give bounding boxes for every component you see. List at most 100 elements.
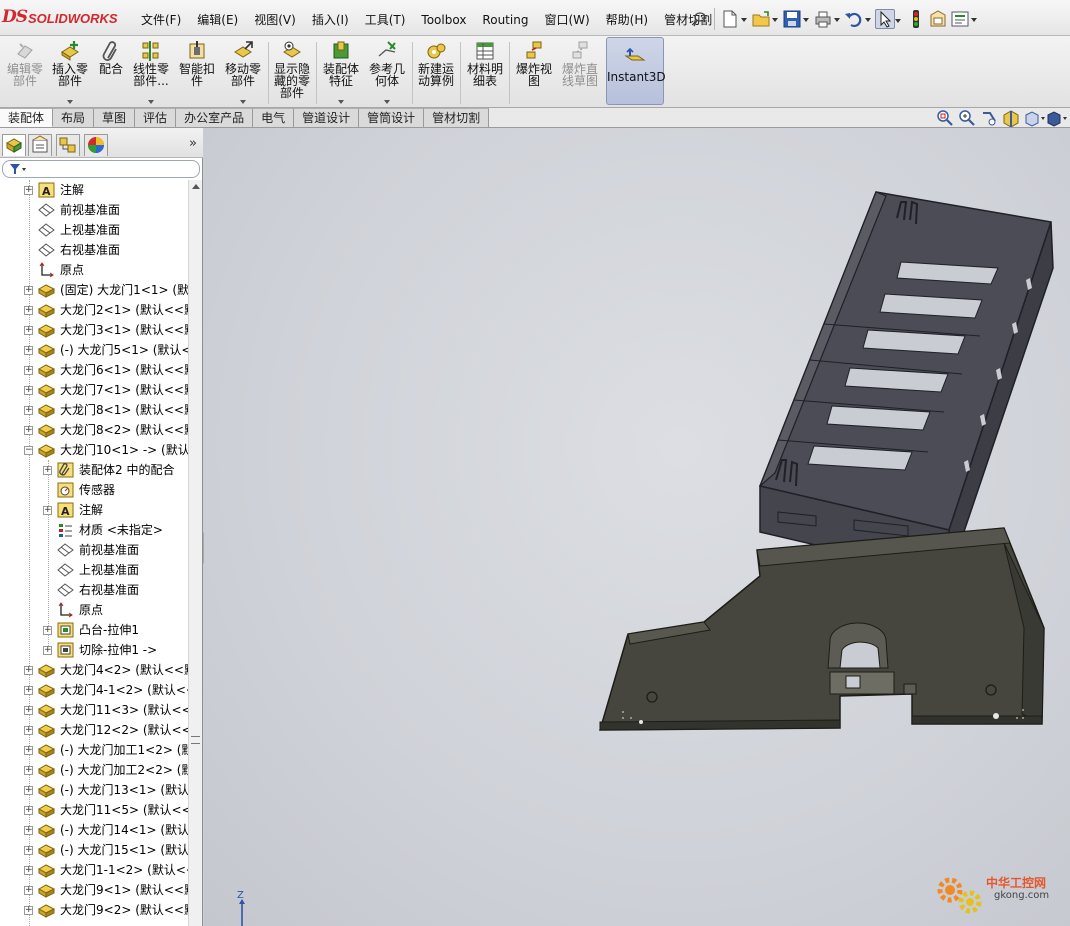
base-frame-part[interactable] (598, 527, 1045, 731)
configuration-manager-icon[interactable] (56, 134, 80, 156)
expand-toggle-icon[interactable]: + (43, 466, 52, 475)
previous-view-icon[interactable] (980, 109, 998, 127)
scroll-grip[interactable] (191, 736, 200, 744)
save-icon[interactable] (782, 9, 809, 29)
expand-toggle-icon[interactable]: + (24, 786, 33, 795)
reference-geometry-button[interactable]: 参考几 何体 (365, 40, 409, 106)
menu-tools[interactable]: 工具(T) (357, 11, 414, 29)
menu-insert[interactable]: 插入(I) (304, 11, 357, 29)
tree-node-label: 大龙门1-1<2> (默认<< (60, 863, 188, 877)
explode-line-sketch-button[interactable]: 爆炸直 线草图 (558, 40, 602, 106)
chevron-down-icon[interactable] (338, 100, 344, 104)
expand-toggle-icon[interactable]: + (24, 306, 33, 315)
collapse-panel-button[interactable]: » (189, 136, 197, 151)
edit-component-button[interactable]: 编辑零 部件 (4, 40, 46, 106)
open-folder-icon[interactable] (751, 9, 778, 29)
toolbar-separator (460, 42, 461, 104)
tab-tubing[interactable]: 管筒设计 (359, 108, 425, 127)
filter-icon[interactable] (9, 163, 27, 178)
display-style-icon[interactable] (1046, 109, 1067, 127)
new-motion-study-button[interactable]: 新建运 动算例 (415, 40, 457, 106)
instant3d-toggle-button[interactable]: Instant3D (606, 37, 666, 105)
menu-file[interactable]: 文件(F) (133, 11, 189, 29)
expand-toggle-icon[interactable]: + (24, 826, 33, 835)
insert-component-button[interactable]: 插入零 部件 (48, 40, 92, 106)
tab-assembly[interactable]: 装配体 (0, 108, 54, 127)
expand-toggle-icon[interactable]: + (24, 806, 33, 815)
assembly-model-render[interactable] (204, 128, 1070, 926)
expand-toggle-icon[interactable]: + (24, 726, 33, 735)
expand-toggle-icon[interactable]: + (24, 426, 33, 435)
expand-toggle-icon[interactable]: + (24, 686, 33, 695)
tab-sketch[interactable]: 草图 (94, 108, 136, 127)
upper-tray-part[interactable] (758, 191, 1054, 577)
smart-fasteners-button[interactable]: 智能扣 件 (175, 40, 219, 106)
expand-toggle-icon[interactable]: + (43, 626, 52, 635)
view-orientation-icon[interactable] (1024, 109, 1045, 127)
tab-evaluate[interactable]: 评估 (135, 108, 177, 127)
section-view-icon[interactable] (1002, 109, 1020, 128)
linear-component-pattern-button[interactable]: 线性零 部件... (130, 40, 172, 106)
property-manager-icon[interactable] (28, 134, 52, 156)
linear-pattern-icon (140, 40, 162, 62)
expand-toggle-icon[interactable]: + (24, 866, 33, 875)
reference-triad[interactable]: Z (234, 888, 264, 926)
menu-window[interactable]: 窗口(W) (536, 11, 597, 29)
expand-toggle-icon[interactable]: + (24, 886, 33, 895)
expand-toggle-icon[interactable]: + (43, 646, 52, 655)
tab-piping[interactable]: 管道设计 (294, 108, 360, 127)
solidworks-logo[interactable]: DS SOLIDWORKS (2, 7, 120, 31)
expand-toggle-icon[interactable]: + (24, 286, 33, 295)
new-document-icon[interactable] (720, 9, 747, 29)
rebuild-traffic-light-icon[interactable] (906, 9, 926, 29)
menu-help[interactable]: 帮助(H) (598, 11, 656, 29)
bill-of-materials-button[interactable]: 材料明 细表 (463, 40, 507, 106)
expand-toggle-icon[interactable]: + (24, 666, 33, 675)
expand-toggle-icon[interactable]: + (24, 346, 33, 355)
menu-view[interactable]: 视图(V) (246, 11, 304, 29)
graphics-area[interactable]: Z 中华工控网 gkong.com (204, 128, 1070, 926)
exploded-view-button[interactable]: 爆炸视 图 (512, 40, 556, 106)
chevron-down-icon[interactable] (67, 100, 73, 104)
file-properties-icon[interactable] (928, 9, 948, 29)
expand-toggle-icon[interactable]: + (24, 366, 33, 375)
featuremanager-tree-icon[interactable] (2, 134, 26, 156)
tree-scrollbar[interactable] (188, 180, 202, 926)
expand-toggle-icon[interactable]: + (24, 326, 33, 335)
chevron-down-icon[interactable] (240, 100, 246, 104)
pin-icon[interactable] (691, 9, 711, 29)
move-component-button[interactable]: 移动零 部件 (221, 40, 265, 106)
expand-toggle-icon[interactable]: + (43, 506, 52, 515)
expand-toggle-icon[interactable]: + (24, 186, 33, 195)
chevron-down-icon[interactable] (148, 100, 154, 104)
move-component-label: 移动零 部件 (224, 62, 261, 88)
menu-edit[interactable]: 编辑(E) (189, 11, 246, 29)
expand-toggle-icon[interactable]: + (24, 706, 33, 715)
expand-toggle-icon[interactable]: + (24, 746, 33, 755)
zoom-to-fit-icon[interactable] (936, 109, 954, 127)
expand-toggle-icon[interactable]: + (24, 386, 33, 395)
show-hidden-components-button[interactable]: 显示隐 藏的零 部件 (271, 40, 313, 106)
assembly-features-button[interactable]: 装配体 特征 (319, 40, 363, 106)
scroll-up-icon[interactable] (192, 184, 200, 189)
display-manager-icon[interactable] (84, 134, 108, 156)
chevron-down-icon[interactable] (384, 100, 390, 104)
undo-icon[interactable] (844, 9, 871, 29)
collapse-toggle-icon[interactable]: − (24, 446, 33, 455)
zoom-to-area-icon[interactable] (958, 109, 976, 127)
select-arrow-icon[interactable] (875, 9, 901, 29)
tab-office-products[interactable]: 办公室产品 (176, 108, 254, 127)
expand-toggle-icon[interactable]: + (24, 846, 33, 855)
mate-button[interactable]: 配合 (94, 40, 128, 106)
expand-toggle-icon[interactable]: + (24, 406, 33, 415)
tab-tube-cutting[interactable]: 管材切割 (424, 108, 490, 127)
expand-toggle-icon[interactable]: + (24, 906, 33, 915)
tab-layout[interactable]: 布局 (53, 108, 95, 127)
menu-routing[interactable]: Routing (474, 11, 536, 29)
expand-toggle-icon[interactable]: + (24, 766, 33, 775)
menu-toolbox[interactable]: Toolbox (413, 11, 474, 29)
tab-electrical[interactable]: 电气 (253, 108, 295, 127)
tree-filter-field[interactable] (2, 160, 200, 178)
options-icon[interactable] (950, 9, 977, 29)
print-icon[interactable] (813, 9, 840, 29)
